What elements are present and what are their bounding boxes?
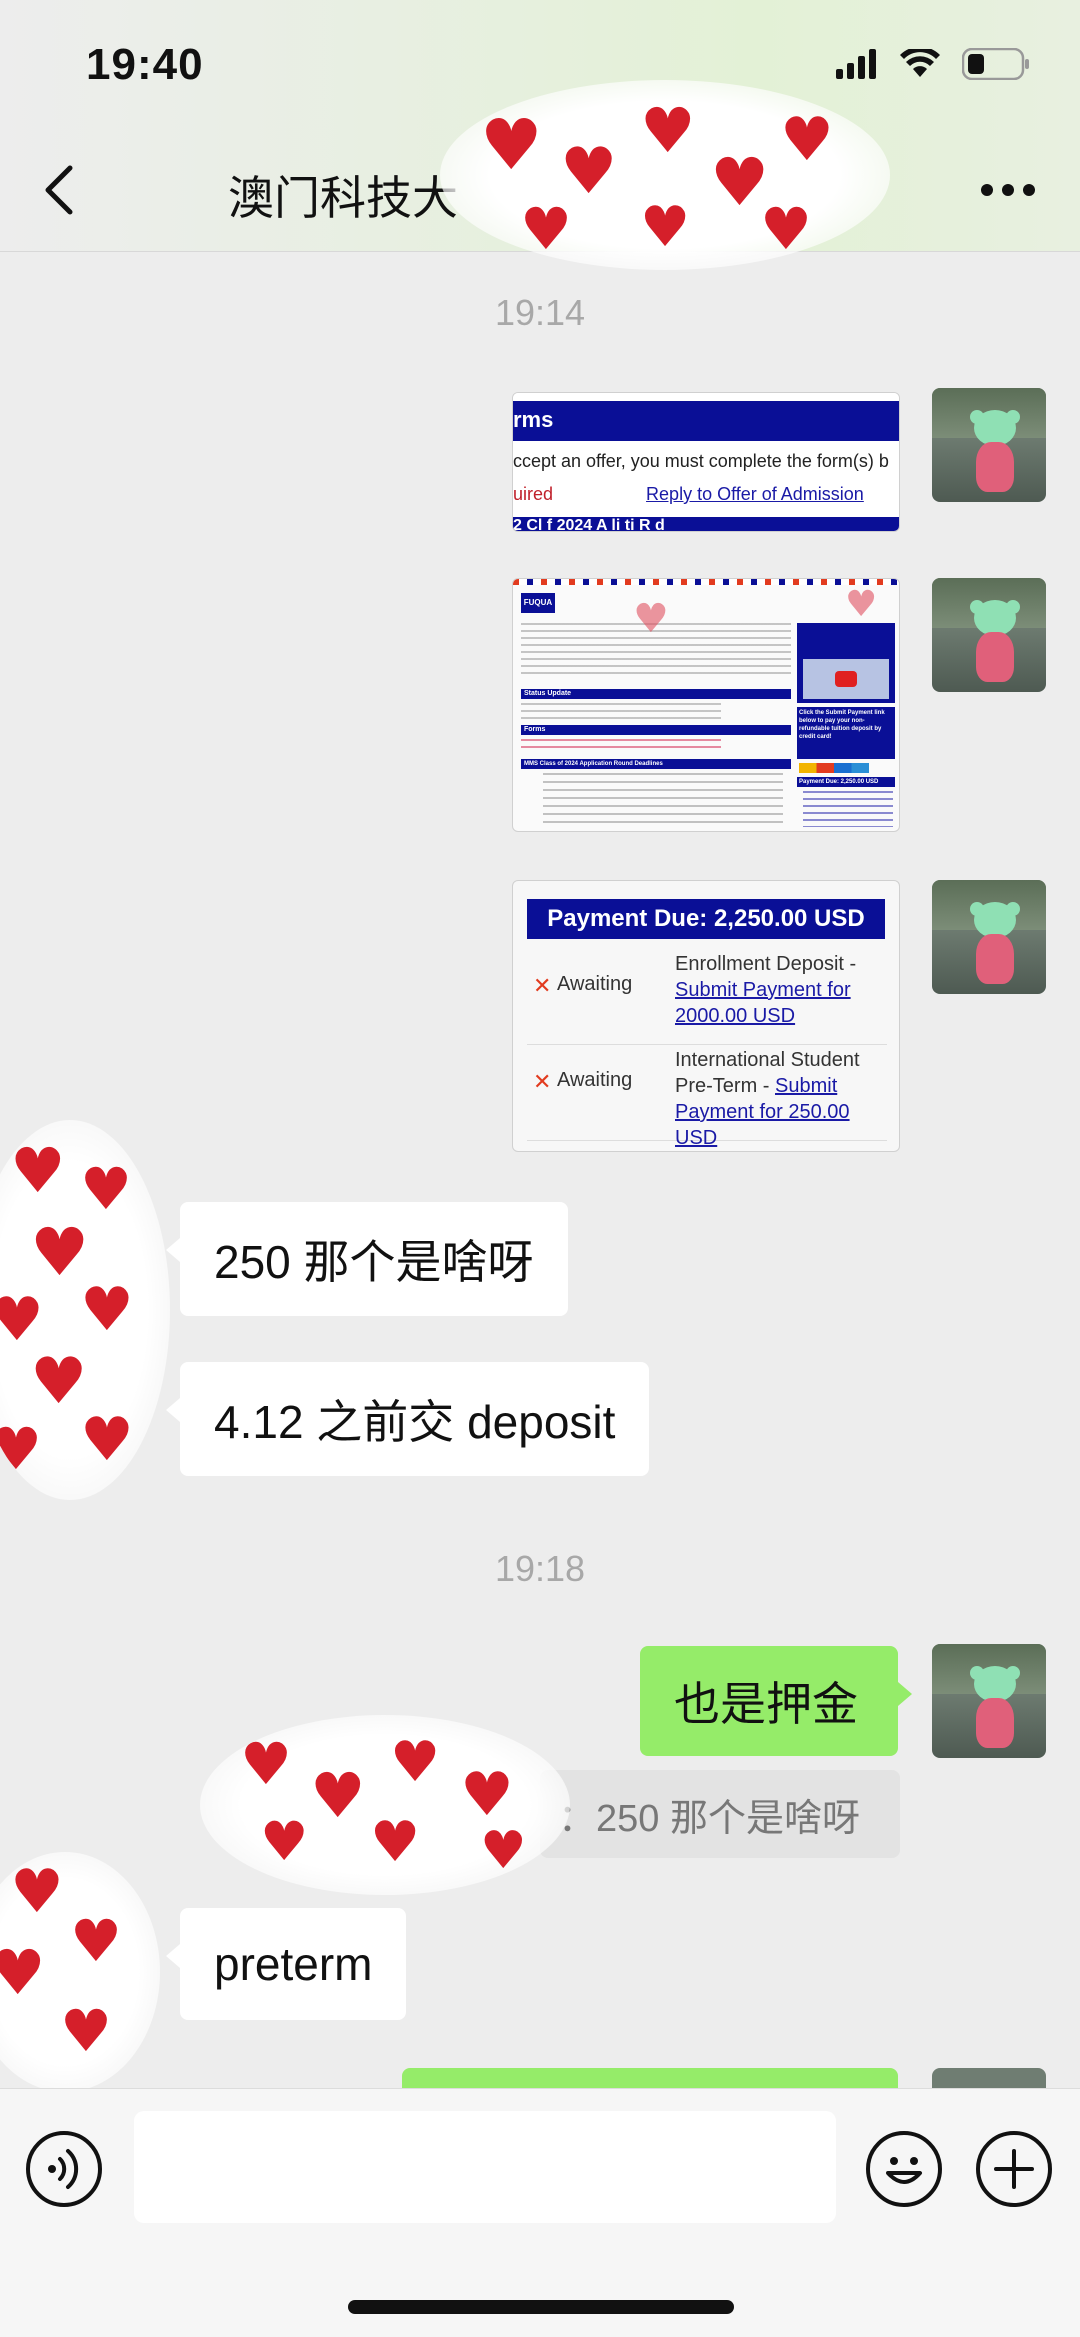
heart-icon: ♥: [10, 1134, 66, 1207]
heart-icon: ♥: [640, 94, 696, 167]
payment-due-heading: Payment Due: 2,250.00 USD: [527, 899, 885, 939]
play-icon: [835, 671, 857, 687]
deadlines-heading: MMS Class of 2024 Application Round Dead…: [521, 759, 791, 769]
image-message[interactable]: Payment Due: 2,250.00 USD ✕ Awaiting Enr…: [512, 880, 900, 1152]
status-time: 19:40: [86, 40, 204, 89]
payment-row: ✕ Awaiting Enrollment Deposit - Submit P…: [527, 951, 887, 1045]
heart-icon: ♥: [0, 1415, 42, 1483]
image-message[interactable]: FUQUA Status Update Forms MMS Class of 2…: [512, 578, 900, 832]
payment-cta: Click the Submit Payment link below to p…: [797, 707, 895, 759]
heart-icon: ♥: [370, 1810, 421, 1875]
back-icon[interactable]: [40, 160, 80, 220]
heart-sticker: ♥ ♥ ♥ ♥ ♥ ♥ ♥: [200, 1715, 570, 1895]
heart-icon: ♥: [70, 1907, 122, 1975]
emoji-icon[interactable]: [866, 2131, 942, 2207]
heart-sticker-avatar: ♥ ♥ ♥ ♥: [0, 1852, 160, 2092]
avatar[interactable]: [932, 578, 1046, 692]
image-heading: rms: [513, 401, 899, 441]
heart-icon: ♥: [390, 1730, 441, 1795]
heart-icon: ♥: [640, 195, 691, 260]
heart-icon: ♥: [460, 1760, 514, 1830]
top-bar: 19:40 澳门科技大 ♥ ♥ ♥ ♥ ♥ ♥ ♥ ♥: [0, 0, 1080, 270]
quote-text: ：250 那个是啥呀: [558, 1797, 860, 1840]
incoming-message[interactable]: 250 那个是啥呀: [166, 1202, 568, 1316]
avatar-partial[interactable]: [932, 2068, 1046, 2088]
voice-icon[interactable]: [26, 2131, 102, 2207]
avatar[interactable]: [932, 880, 1046, 994]
required-label: uired: [513, 484, 554, 504]
heart-icon: ♥: [520, 195, 572, 263]
payment-description: Enrollment Deposit - Submit Payment for …: [675, 953, 857, 1027]
card-logos: [799, 763, 869, 773]
avatar[interactable]: [932, 388, 1046, 502]
heart-icon: ♥: [760, 195, 812, 263]
quoted-message[interactable]: ：250 那个是啥呀: [540, 1770, 900, 1858]
deadlines-table: [543, 773, 783, 827]
heart-icon: ♥: [80, 1275, 134, 1345]
payment-row: ✕ Awaiting International Student Pre-Ter…: [527, 1047, 887, 1149]
forms-heading: Forms: [521, 725, 791, 735]
message-text: 4.12 之前交 deposit: [214, 1396, 616, 1448]
signal-icon: [836, 49, 876, 79]
heart-icon: ♥: [0, 1285, 44, 1355]
payment-description: International Student Pre-Term - Submit …: [675, 1049, 860, 1149]
timestamp: 19:18: [494, 1548, 586, 1589]
timestamp: 19:14: [494, 292, 586, 333]
heart-icon: ♥: [633, 596, 669, 642]
outgoing-message[interactable]: 也是押金: [640, 1646, 912, 1756]
heart-icon: ♥: [30, 1345, 88, 1419]
more-icon[interactable]: [980, 182, 1036, 198]
heart-icon: ♥: [260, 1810, 309, 1873]
heart-icon: ♥: [0, 1936, 46, 2009]
heart-icon: ♥: [80, 1405, 134, 1475]
x-mark-icon: ✕: [533, 1069, 552, 1094]
heart-icon: ♥: [480, 104, 543, 186]
submit-payment-link: Submit Payment for 2000.00 USD: [675, 979, 851, 1027]
incoming-message[interactable]: preterm: [165, 1908, 407, 2020]
outgoing-message-partial[interactable]: [402, 2068, 898, 2088]
x-mark-icon: ✕: [533, 973, 552, 998]
battery-icon: [962, 48, 1029, 80]
heart-sticker: ♥ ♥ ♥ ♥ ♥ ♥ ♥ ♥: [440, 80, 890, 270]
payment-due-mini: Payment Due: 2,250.00 USD: [797, 777, 895, 787]
heart-icon: ♥: [480, 1821, 527, 1881]
avatar[interactable]: [932, 1644, 1046, 1758]
fuqua-logo: FUQUA: [521, 593, 555, 613]
image-message[interactable]: rms ccept an offer, you must complete th…: [512, 392, 900, 532]
status-heading: Status Update: [521, 689, 791, 699]
message-input[interactable]: [134, 2111, 836, 2223]
heart-icon: ♥: [10, 1857, 64, 1927]
home-indicator[interactable]: [348, 2300, 734, 2314]
payment-status: Awaiting: [557, 973, 633, 995]
message-text: preterm: [214, 1938, 373, 1990]
payment-status: Awaiting: [557, 1069, 633, 1091]
plus-icon[interactable]: [976, 2131, 1052, 2207]
chat-title: 澳门科技大: [228, 172, 458, 224]
heart-icon: ♥: [310, 1759, 366, 1832]
message-text: 250 那个是啥呀: [214, 1236, 534, 1288]
heart-icon: ♥: [240, 1730, 292, 1798]
offer-link: Reply to Offer of Admission: [646, 484, 864, 504]
status-icons: [836, 48, 1030, 80]
heart-icon: ♥: [80, 1155, 132, 1223]
image-text: ccept an offer, you must complete the fo…: [513, 451, 889, 471]
image-footer: 2 Cl f 2024 A li ti R d: [513, 517, 899, 531]
heart-icon: ♥: [845, 584, 878, 625]
wifi-icon: [900, 49, 940, 77]
heart-sticker-avatar: ♥ ♥ ♥ ♥ ♥ ♥ ♥ ♥: [0, 1120, 170, 1500]
heart-icon: ♥: [780, 105, 834, 175]
message-text: 也是押金: [674, 1678, 858, 1730]
heart-icon: ♥: [60, 1997, 112, 2065]
incoming-message[interactable]: 4.12 之前交 deposit: [165, 1362, 650, 1476]
